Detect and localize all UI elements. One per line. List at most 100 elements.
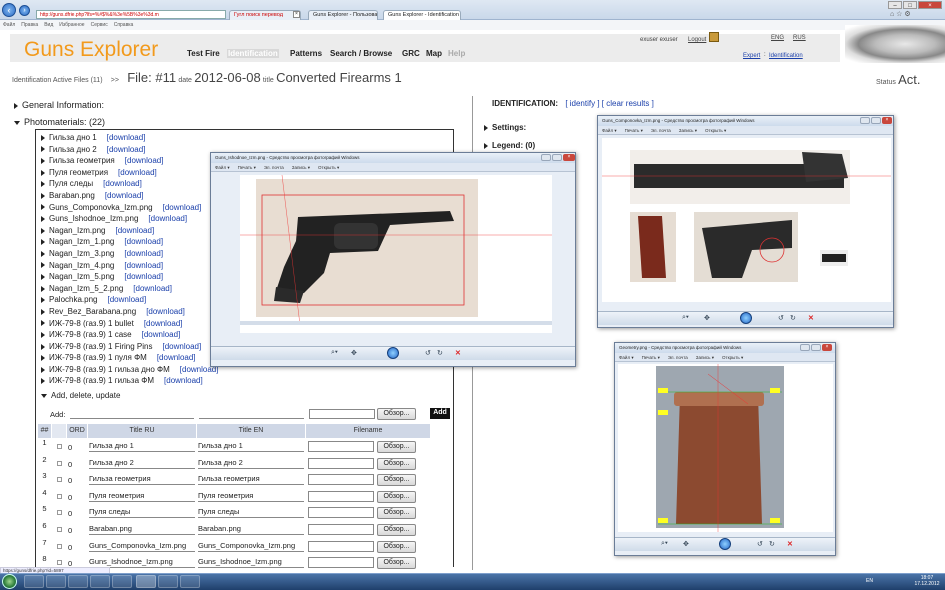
- menu-favorites[interactable]: Избранное: [59, 22, 84, 28]
- start-button-icon[interactable]: [2, 574, 17, 589]
- photo-item[interactable]: Baraban.png [download]: [41, 190, 218, 202]
- download-link[interactable]: [download]: [124, 249, 163, 258]
- fit-icon[interactable]: ✥: [704, 314, 710, 322]
- expert-link[interactable]: Expert: [743, 53, 760, 59]
- slideshow-icon[interactable]: [387, 347, 399, 359]
- settings-toggle[interactable]: Settings:: [484, 123, 526, 132]
- menu-view[interactable]: Вид: [44, 22, 53, 28]
- row-browse-button[interactable]: Обзор...: [377, 474, 416, 487]
- rotate-right-icon[interactable]: ↻: [769, 540, 775, 548]
- row-title-en[interactable]: Пуля геометрия: [198, 491, 304, 502]
- viewer-close[interactable]: ×: [882, 117, 892, 124]
- address-bar[interactable]: http://guns.dfrie.php?lfs=%#$%&%3e%5B%3e…: [36, 10, 226, 19]
- download-link[interactable]: [download]: [107, 295, 146, 304]
- add-title-ru-input[interactable]: [70, 409, 194, 419]
- close-tab-icon[interactable]: ×: [293, 11, 300, 18]
- photo-item[interactable]: Nagan_Izm.png [download]: [41, 225, 218, 237]
- row-ord[interactable]: 0: [68, 493, 88, 502]
- row-title-en[interactable]: Baraban.png: [198, 524, 304, 535]
- powerpoint-taskbar-icon[interactable]: [180, 575, 200, 588]
- row-title-ru[interactable]: Guns_Componovka_Izm.png: [89, 541, 195, 552]
- viewer-close[interactable]: ×: [563, 154, 575, 161]
- download-link[interactable]: [download]: [164, 376, 203, 385]
- slideshow-icon[interactable]: [740, 312, 752, 324]
- download-link[interactable]: [download]: [142, 330, 181, 339]
- tab-identification[interactable]: Guns Explorer - Identification: [383, 10, 461, 20]
- logout-link[interactable]: Logout: [688, 37, 706, 43]
- viewer-maximize[interactable]: [811, 344, 821, 351]
- row-file-input[interactable]: [308, 540, 374, 552]
- photo-item[interactable]: Гильза дно 1 [download]: [41, 132, 218, 144]
- delete-icon[interactable]: ✕: [787, 540, 793, 548]
- photo-item[interactable]: Гильза геометрия [download]: [41, 155, 218, 167]
- fit-icon[interactable]: ✥: [351, 349, 357, 357]
- photo-item[interactable]: Пуля следы [download]: [41, 178, 218, 190]
- download-link[interactable]: [download]: [105, 191, 144, 200]
- rotate-right-icon[interactable]: ↻: [790, 314, 796, 322]
- row-file-input[interactable]: [308, 441, 374, 452]
- viewer-menu-email[interactable]: Эл. почта: [651, 128, 671, 133]
- photo-item[interactable]: Rev_Bez_Barabana.png [download]: [41, 306, 218, 318]
- app-taskbar-icon[interactable]: [90, 575, 110, 588]
- photo-item[interactable]: Guns_Componovka_Izm.png [download]: [41, 202, 218, 214]
- rotate-left-icon[interactable]: ↺: [757, 540, 763, 548]
- row-title-en[interactable]: Гильза дно 2: [198, 458, 304, 469]
- download-link[interactable]: [download]: [115, 226, 154, 235]
- row-file-input[interactable]: [308, 557, 374, 569]
- download-link[interactable]: [download]: [157, 353, 196, 362]
- menu-tools[interactable]: Сервис: [91, 22, 108, 28]
- breadcrumb-identification[interactable]: Identification: [769, 53, 803, 59]
- row-title-ru[interactable]: Гильза дно 1: [89, 441, 195, 452]
- photo-viewer-window-3[interactable]: Geometry.png - Средство просмотра фотогр…: [614, 342, 836, 556]
- row-checkbox[interactable]: [57, 444, 62, 449]
- row-ord[interactable]: 0: [68, 526, 88, 535]
- menu-file[interactable]: Файл: [3, 22, 15, 28]
- viewer-menu-burn[interactable]: Запись ▾: [292, 165, 310, 170]
- nav-test-fire[interactable]: Test Fire: [187, 49, 220, 58]
- row-browse-button[interactable]: Обзор...: [377, 457, 416, 470]
- photo-item[interactable]: Nagan_Izm_5.png [download]: [41, 271, 218, 283]
- photo-item[interactable]: Пуля геометрия [download]: [41, 167, 218, 179]
- row-ord[interactable]: 0: [68, 460, 88, 469]
- nav-identification[interactable]: Identification: [227, 49, 279, 58]
- viewer-menu-file[interactable]: Файл ▾: [602, 128, 617, 133]
- menu-edit[interactable]: Правка: [21, 22, 38, 28]
- forward-button[interactable]: ›: [19, 5, 30, 16]
- row-checkbox[interactable]: [57, 543, 62, 549]
- photo-item[interactable]: ИЖ-79-8 (газ.9) 1 гильза дно ФМ [download…: [41, 364, 218, 376]
- viewer-taskbar-icon[interactable]: [158, 575, 178, 588]
- download-link[interactable]: [download]: [107, 145, 146, 154]
- photo-item[interactable]: ИЖ-79-8 (газ.9) 1 Firing Pins [download]: [41, 341, 218, 353]
- viewer-menu-open[interactable]: Открыть ▾: [705, 128, 726, 133]
- zoom-icon[interactable]: ⌕▾: [661, 540, 668, 548]
- clear-results-link[interactable]: [ clear results ]: [602, 99, 654, 108]
- viewer-maximize[interactable]: [552, 154, 562, 161]
- photo-viewer-window-2[interactable]: Guns_Componovka_Izm.png - Средство просм…: [597, 115, 894, 328]
- row-title-en[interactable]: Guns_Ishodnoe_Izm.png: [198, 557, 304, 569]
- viewer-menu-open[interactable]: Открыть ▾: [722, 355, 743, 360]
- legend-toggle[interactable]: Legend: (0): [484, 141, 535, 150]
- viewer-menu-burn[interactable]: Запись ▾: [696, 355, 714, 360]
- download-link[interactable]: [download]: [103, 179, 142, 188]
- nav-search-browse[interactable]: Search / Browse: [330, 49, 392, 58]
- photo-item[interactable]: Guns_Ishodnoe_Izm.png [download]: [41, 213, 218, 225]
- download-link[interactable]: [download]: [146, 307, 185, 316]
- row-browse-button[interactable]: Обзор...: [377, 507, 416, 520]
- row-checkbox[interactable]: [57, 493, 62, 499]
- viewer-minimize[interactable]: [800, 344, 810, 351]
- download-link[interactable]: [download]: [124, 272, 163, 281]
- viewer-menu-print[interactable]: Печать ▾: [238, 165, 256, 170]
- viewer-minimize[interactable]: [860, 117, 870, 124]
- row-file-input[interactable]: [308, 474, 374, 486]
- row-file-input[interactable]: [308, 507, 374, 519]
- explorer-taskbar-icon[interactable]: [24, 575, 44, 588]
- viewer-menu-print[interactable]: Печать ▾: [642, 355, 660, 360]
- slideshow-icon[interactable]: [719, 538, 731, 550]
- rotate-right-icon[interactable]: ↻: [437, 349, 443, 357]
- photo-item[interactable]: Nagan_Izm_4.png [download]: [41, 260, 218, 272]
- row-ord[interactable]: 0: [68, 476, 88, 485]
- download-link[interactable]: [download]: [124, 261, 163, 270]
- general-info-toggle[interactable]: General Information:: [14, 100, 104, 110]
- photo-item[interactable]: ИЖ-79-8 (газ.9) 1 bullet [download]: [41, 318, 218, 330]
- viewer-menu-email[interactable]: Эл. почта: [668, 355, 688, 360]
